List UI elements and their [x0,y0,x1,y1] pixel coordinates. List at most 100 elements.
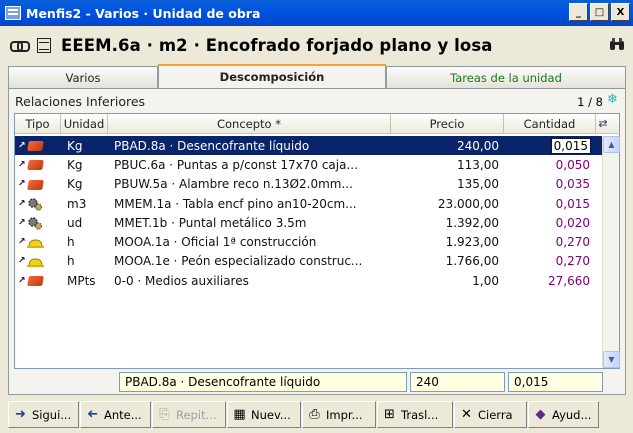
next-button[interactable]: ➜ Sigui... [8,401,79,428]
unidad-cell: MPts [67,273,96,288]
column-options-icon[interactable]: ⇄ [596,114,610,133]
unidad-cell: ud [67,215,83,230]
relation-arrow-icon: ↗ [18,179,26,190]
tipo-cell: ↗ [15,236,61,249]
unidad-cell: Kg [67,157,83,172]
decomposition-grid: Tipo Unidad Concepto * Precio Cantidad ⇄… [14,113,620,369]
relation-arrow-icon: ↗ [18,217,26,228]
tipo-cell: ↗ [15,216,61,230]
unidad-cell: h [67,254,75,269]
table-row[interactable]: ↗ Kg PBUC.6a · Puntas a p/const 17x70 caja… [15,155,602,174]
new-button-label: Nuev... [251,407,291,422]
table-row[interactable]: ↗ MPts 0-0 · Medios auxiliares 1,00 27,660 [15,271,602,290]
help-button[interactable]: ◆ Ayud... [528,401,599,428]
concepto-cell: MOOA.1e · Peón especializado construc... [114,254,363,269]
column-header-precio[interactable]: Precio [391,114,504,134]
tab-descomposicion[interactable]: Descomposición [158,64,386,88]
close-button-label: Cierra [478,407,513,422]
window-title: Menfis2 - Varios · Unidad de obra [26,5,261,21]
previous-button-label: Ante... [104,407,142,422]
transfer-icon: ⊞ [384,407,395,422]
table-row[interactable]: ↗ h MOOA.1a · Oficial 1ª construcción 1.923… [15,232,602,251]
cantidad-value: 0,020 [555,215,590,230]
tab-tareas[interactable]: Tareas de la unidad [386,66,626,88]
gears-icon [26,216,45,230]
table-row[interactable]: ↗ ud MMET.1b · Puntal metálico 3.5m 1.392,0… [15,213,602,232]
column-header-concepto[interactable]: Concepto * [108,114,391,134]
close-button[interactable]: ✕ Cierra [454,401,527,428]
table-row[interactable]: ↗ Kg PBUW.5a · Alambre reco n.13Ø2.0mm... 1… [15,175,602,194]
refresh-icon[interactable]: ❄ [607,93,621,107]
precio-cell: 113,00 [457,157,499,172]
repeat-button[interactable]: ⎘ Repit... [152,401,226,428]
transfer-button-label: Trasl... [401,407,439,422]
hard-hat-icon [26,236,45,249]
close-window-button[interactable]: X [611,3,630,21]
relation-arrow-icon: ↗ [18,275,26,286]
table-row[interactable]: ↗ m3 MMEM.1a · Tabla encf pino an10-20cm..… [15,194,602,213]
unidad-cell: h [67,235,75,250]
precio-field[interactable]: 240 [410,372,505,392]
relation-arrow-icon: ↗ [18,256,26,267]
concepto-cell: PBAD.8a · Desencofrante líquido [114,138,310,153]
cantidad-cell: 0,015 [504,197,596,211]
brick-icon [26,274,45,287]
cantidad-cell: 0,270 [504,235,596,249]
app-icon [5,6,21,20]
arrow-right-icon: ➜ [15,407,26,422]
new-icon: ▦ [233,407,246,422]
precio-cell: 1,00 [472,273,499,288]
column-header-cantidad[interactable]: Cantidad [504,114,596,134]
new-button[interactable]: ▦ Nuev... [227,401,301,428]
table-row[interactable]: ↗ h MOOA.1e · Peón especializado construc.… [15,252,602,271]
gears-icon [26,197,45,211]
tab-bar: Varios Descomposición Tareas de la unida… [8,64,626,88]
binoculars-icon[interactable] [609,37,625,51]
concepto-cell: PBUW.5a · Alambre reco n.13Ø2.0mm... [114,177,353,192]
tab-varios[interactable]: Varios [8,66,158,88]
maximize-button[interactable]: □ [590,3,609,21]
cantidad-value: 0,270 [555,235,590,250]
minimize-button[interactable]: _ [569,3,588,21]
window-controls: _ □ X [569,3,630,21]
next-button-label: Sigui... [32,407,72,422]
concepto-field[interactable]: PBAD.8a · Desencofrante líquido [119,372,407,392]
relation-arrow-icon: ↗ [18,237,26,248]
title-bar[interactable]: Menfis2 - Varios · Unidad de obra _ □ X [0,0,633,26]
grid-header: Tipo Unidad Concepto * Precio Cantidad ⇄ [15,114,619,134]
print-button[interactable]: ⎙ Impr... [302,401,376,428]
precio-cell: 1.392,00 [445,215,499,230]
cantidad-cell: 0,020 [504,216,596,230]
record-counter: 1 / 8 [577,95,603,109]
arrow-left-icon: ➜ [87,407,98,422]
precio-cell: 240,00 [457,138,499,153]
scroll-down-button[interactable]: ▼ [603,351,620,368]
tipo-cell: ↗ [15,274,61,287]
printer-icon: ⎙ [309,407,320,422]
cantidad-cell: 0,035 [504,177,596,191]
table-row[interactable]: ↗ Kg PBAD.8a · Desencofrante líquido 240,00… [15,136,602,156]
scroll-up-button[interactable]: ▲ [603,136,620,153]
relation-arrow-icon: ↗ [18,198,26,209]
relation-arrow-icon: ↗ [18,159,26,170]
section-label: Relaciones Inferiores [15,94,146,109]
cantidad-field[interactable]: 0,015 [508,372,603,392]
edit-bar: PBAD.8a · Desencofrante líquido 240 0,01… [119,372,603,392]
hard-hat-icon [26,255,45,268]
cantidad-value: 0,015 [555,196,590,211]
column-header-tipo[interactable]: Tipo [15,114,61,134]
transfer-button[interactable]: ⊞ Trasl... [377,401,453,428]
close-icon: ✕ [461,407,472,422]
link-icon[interactable] [10,40,30,52]
concepto-cell: MMEM.1a · Tabla encf pino an10-20cm... [114,196,357,211]
vertical-scrollbar[interactable]: ▲ ▼ [602,136,620,368]
record-title: EEEM.6a · m2 · Encofrado forjado plano y… [61,35,493,55]
descomposicion-panel: Relaciones Inferiores 1 / 8 ❄ Tipo Unida… [8,88,626,395]
brick-icon [26,158,45,171]
column-header-unidad[interactable]: Unidad [61,114,108,134]
tipo-cell: ↗ [15,178,61,191]
precio-cell: 135,00 [457,177,499,192]
previous-button[interactable]: ➜ Ante... [80,401,151,428]
brick-icon [26,139,45,152]
table-icon[interactable] [37,37,51,53]
